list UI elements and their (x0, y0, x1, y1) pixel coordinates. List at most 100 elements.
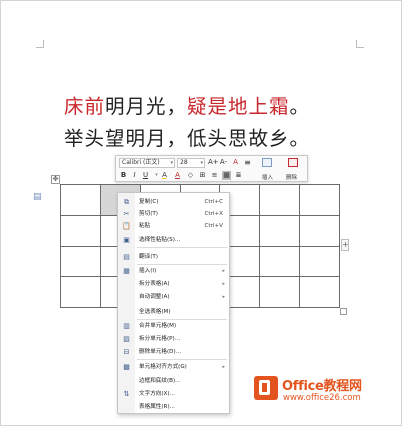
context-menu-item[interactable]: ▤ 翻译(T) (118, 251, 229, 263)
highlight-button[interactable]: A (160, 171, 169, 180)
watermark-title: Office教程网 (282, 379, 362, 394)
table-move-handle[interactable]: ✥ (51, 175, 60, 184)
poem-line-2[interactable]: 举头望明月，低头思故乡。 (64, 122, 310, 151)
context-menu-item[interactable]: 全选表格(M) (118, 306, 229, 318)
grow-font-button[interactable]: A+ (208, 158, 219, 167)
border-icon[interactable]: ⊞ (198, 171, 207, 180)
table-cell[interactable] (299, 214, 340, 247)
table-cell[interactable] (60, 276, 101, 308)
context-menu-item[interactable]: 表格属性(R)... (118, 401, 229, 413)
shrink-font-button[interactable]: A- (219, 158, 228, 167)
table-cell[interactable] (60, 184, 101, 216)
split-cells-icon: ▨ (123, 335, 130, 343)
delete-label[interactable]: 删除 (286, 173, 297, 181)
context-menu-item[interactable]: ⧉ 复制(C) Ctrl+C (118, 196, 229, 208)
table-cell[interactable] (259, 245, 301, 278)
context-menu-shortcut: Ctrl+V (204, 223, 223, 229)
table-cell[interactable] (299, 276, 340, 308)
font-name-select[interactable]: Calibri (正文) ▾ (119, 158, 175, 168)
table-cell[interactable] (259, 276, 301, 308)
font-color-button[interactable]: A (173, 171, 182, 180)
context-menu-item-label: 翻译(T) (139, 254, 158, 260)
context-menu-item-label: 文字方向(X)... (139, 391, 175, 397)
crop-mark-top-right (356, 40, 364, 48)
line-spacing-icon[interactable]: ≡ (243, 158, 252, 167)
insert-table-icon[interactable] (262, 158, 272, 167)
context-menu: ⧉ 复制(C) Ctrl+C ✂ 剪切(T) Ctrl+X 📋 粘贴 Ctrl+V ▣ 选择性粘贴(… (117, 192, 230, 414)
cell-align-icon: ▩ (123, 363, 130, 371)
context-menu-item-label: 边框和底纹(B)... (139, 378, 181, 384)
chevron-down-icon: ▾ (200, 160, 203, 166)
context-menu-item[interactable]: 📋 粘贴 Ctrl+V (118, 220, 229, 232)
context-menu-item[interactable]: ⊟ 删除单元格(D)... (118, 346, 229, 358)
poem-red-text-b: 疑是地上霜 (187, 95, 290, 118)
context-menu-item[interactable]: ✂ 剪切(T) Ctrl+X (118, 208, 229, 220)
context-menu-item[interactable]: 拆分表格(A) ▸ (118, 278, 229, 290)
cell-shading-icon[interactable]: ▦ (222, 171, 231, 180)
table-cell[interactable] (60, 214, 101, 247)
table-cell[interactable] (259, 184, 301, 216)
context-menu-item-label: 拆分单元格(P)... (139, 336, 181, 342)
context-menu-item-label: 表格属性(R)... (139, 404, 175, 410)
clear-format-button[interactable]: A (231, 158, 240, 167)
cut-icon: ✂ (123, 210, 130, 218)
font-size-value: 28 (180, 159, 188, 166)
add-column-button[interactable]: + (341, 239, 349, 251)
delete-table-icon[interactable] (288, 158, 298, 167)
poem-black-text-a: 明月光， (105, 95, 188, 118)
font-size-select[interactable]: 28 ▾ (177, 158, 205, 168)
context-menu-item[interactable]: ▥ 合并单元格(M) (118, 320, 229, 332)
context-menu-item[interactable]: 边框和底纹(B)... (118, 375, 229, 387)
context-menu-item-label: 自动调整(A) (139, 294, 170, 300)
table-cell[interactable] (299, 245, 340, 278)
paste-special-icon: ▣ (123, 236, 130, 244)
insert-label[interactable]: 插入 (262, 173, 273, 181)
context-menu-item-label: 粘贴 (139, 223, 151, 229)
menu-separator (137, 359, 227, 360)
context-menu-item[interactable]: 自动调整(A) ▸ (118, 291, 229, 303)
shading-icon[interactable]: ◇ (186, 171, 195, 180)
crop-mark-top-left (36, 40, 44, 48)
context-menu-shortcut: Ctrl+X (204, 211, 223, 217)
context-menu-item[interactable]: ⇅ 文字方向(X)... (118, 388, 229, 400)
office-logo-icon (254, 376, 278, 400)
paragraph-layout-icon[interactable]: ▤ (33, 193, 42, 202)
text-direction-icon: ⇅ (123, 390, 130, 398)
table-cell[interactable] (259, 214, 301, 247)
chevron-right-icon: ▸ (222, 281, 225, 287)
context-menu-item-label: 单元格对齐方式(G) (139, 364, 187, 370)
paste-icon: 📋 (122, 222, 131, 230)
bold-button[interactable]: B (119, 171, 128, 180)
menu-separator (137, 247, 227, 248)
context-menu-item[interactable]: ▩ 单元格对齐方式(G) ▸ (118, 361, 229, 373)
chevron-right-icon: ▸ (222, 268, 225, 274)
context-menu-item-label: 插入(I) (139, 268, 157, 274)
font-name-value: Calibri (正文) (122, 159, 160, 166)
mini-toolbar: Calibri (正文) ▾ 28 ▾ A+ A- A ≡ B I U ▾ A A … (115, 155, 308, 182)
context-menu-item-label: 全选表格(M) (139, 309, 171, 315)
table-cell[interactable] (299, 184, 340, 216)
copy-icon: ⧉ (124, 198, 129, 206)
italic-button[interactable]: I (130, 171, 139, 180)
underline-button[interactable]: U (141, 171, 150, 180)
poem-black-text-b: 。 (289, 95, 311, 118)
context-menu-item-label: 拆分表格(A) (139, 281, 170, 287)
align-options-icon[interactable]: ≣ (234, 171, 243, 180)
context-menu-item-label: 复制(C) (139, 199, 159, 205)
context-menu-item-label: 删除单元格(D)... (139, 349, 181, 355)
context-menu-item[interactable]: ▣ 选择性粘贴(S)... (118, 234, 229, 246)
context-menu-shortcut: Ctrl+C (204, 199, 223, 205)
poem-line-1[interactable]: 床前明月光，疑是地上霜。 (64, 90, 310, 119)
table-cell[interactable] (60, 245, 101, 278)
context-menu-item[interactable]: ▦ 插入(I) ▸ (118, 265, 229, 277)
context-menu-item-label: 选择性粘贴(S)... (139, 237, 181, 243)
merge-cells-icon: ▥ (123, 322, 130, 330)
translate-icon: ▤ (123, 253, 130, 261)
insert-icon: ▦ (123, 267, 130, 275)
table-resize-handle[interactable] (340, 308, 347, 315)
context-menu-item-label: 合并单元格(M) (139, 323, 177, 329)
chevron-down-icon: ▾ (170, 160, 173, 166)
context-menu-item[interactable]: ▨ 拆分单元格(P)... (118, 333, 229, 345)
align-icon[interactable]: ≡ (210, 171, 219, 180)
context-menu-item-label: 剪切(T) (139, 211, 158, 217)
